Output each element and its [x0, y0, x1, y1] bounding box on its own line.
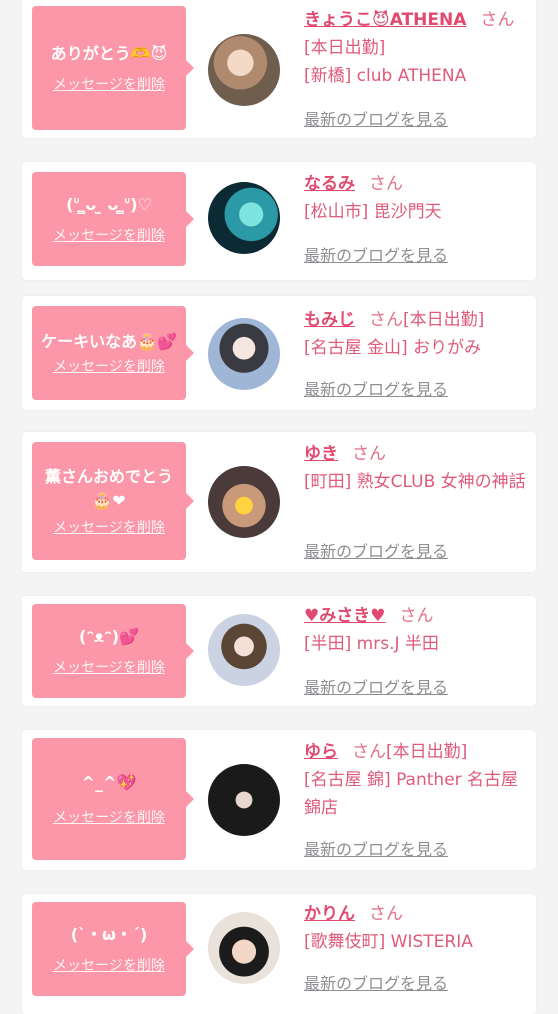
user-info: ♥みさき♥ さん [半田] mrs.J 半田: [304, 602, 530, 658]
shop-name: [名古屋 錦] Panther 名古屋錦店: [304, 770, 519, 818]
message-text: ありがとう🫶😈: [50, 44, 168, 63]
honorific: さん: [369, 904, 403, 924]
avatar[interactable]: [208, 614, 280, 686]
message-text: ケーキいなあ🎂💕: [41, 332, 177, 351]
user-card: 薫さんおめでとう🎂❤ メッセージを削除 ゆき さん [町田] 熟女CLUB 女神の…: [22, 432, 536, 572]
message-text: 薫さんおめでとう🎂❤: [44, 467, 173, 510]
delete-message-link[interactable]: メッセージを削除: [53, 957, 165, 975]
user-card: (ᐡ ̳ᴗ ̫ ᴗ ̳ᐡ)♡ メッセージを削除 なるみ さん [松山市] 毘沙門天…: [22, 162, 536, 280]
latest-blog-link[interactable]: 最新のブログを見る: [304, 242, 448, 266]
avatar[interactable]: [208, 764, 280, 836]
user-name-link[interactable]: なるみ: [304, 174, 355, 194]
status-badge: [本日出勤]: [304, 38, 386, 58]
avatar[interactable]: [208, 182, 280, 254]
user-name-link[interactable]: ゆき: [304, 444, 338, 464]
user-info: なるみ さん [松山市] 毘沙門天: [304, 170, 530, 226]
user-card: (ᵔᴥᵔ)💕 メッセージを削除 ♥みさき♥ さん [半田] mrs.J 半田 最新…: [22, 596, 536, 706]
honorific: さん: [352, 742, 386, 762]
shop-name: [松山市] 毘沙門天: [304, 202, 442, 222]
latest-blog-link[interactable]: 最新のブログを見る: [304, 376, 448, 400]
avatar[interactable]: [208, 466, 280, 538]
delete-message-link[interactable]: メッセージを削除: [53, 76, 165, 94]
latest-blog-link[interactable]: 最新のブログを見る: [304, 836, 448, 860]
user-info: きょうこ😈ATHENA さん [本日出勤] [新橋] club ATHENA: [304, 6, 530, 90]
shop-name: [町田] 熟女CLUB 女神の神話: [304, 472, 526, 492]
message-bubble: ありがとう🫶😈 メッセージを削除: [32, 6, 194, 130]
user-info: ゆら さん[本日出勤] [名古屋 錦] Panther 名古屋錦店: [304, 738, 530, 822]
user-name-link[interactable]: ♥みさき♥: [304, 606, 385, 626]
user-card: ケーキいなあ🎂💕 メッセージを削除 もみじ さん[本日出勤] [名古屋 金山] お…: [22, 296, 536, 410]
message-text: (ᐡ ̳ᴗ ̫ ᴗ ̳ᐡ)♡: [66, 195, 152, 214]
message-bubble: (ᐡ ̳ᴗ ̫ ᴗ ̳ᐡ)♡ メッセージを削除: [32, 172, 194, 266]
message-bubble: ^_^💖 メッセージを削除: [32, 738, 194, 860]
honorific: さん: [352, 444, 386, 464]
honorific: さん: [480, 10, 515, 30]
user-info: ゆき さん [町田] 熟女CLUB 女神の神話: [304, 440, 530, 496]
message-bubble: (ˋ・ω・ˊ) メッセージを削除: [32, 902, 194, 996]
avatar[interactable]: [208, 34, 280, 106]
latest-blog-link[interactable]: 最新のブログを見る: [304, 538, 448, 562]
honorific: さん: [399, 606, 434, 626]
message-text: (ᵔᴥᵔ)💕: [79, 627, 139, 646]
honorific: さん: [369, 174, 403, 194]
status-badge: [本日出勤]: [403, 310, 485, 330]
status-badge: [本日出勤]: [386, 742, 468, 762]
shop-name: [半田] mrs.J 半田: [304, 634, 439, 654]
user-name-link[interactable]: もみじ: [304, 310, 355, 330]
shop-name: [新橋] club ATHENA: [304, 66, 467, 86]
message-bubble: ケーキいなあ🎂💕 メッセージを削除: [32, 306, 194, 400]
user-card: ありがとう🫶😈 メッセージを削除 きょうこ😈ATHENA さん [本日出勤] [新橋…: [22, 0, 536, 138]
shop-name: [名古屋 金山] おりがみ: [304, 338, 482, 358]
user-name-link[interactable]: きょうこ😈ATHENA: [304, 10, 466, 30]
latest-blog-link[interactable]: 最新のブログを見る: [304, 106, 448, 130]
message-bubble: (ᵔᴥᵔ)💕 メッセージを削除: [32, 604, 194, 698]
latest-blog-link[interactable]: 最新のブログを見る: [304, 674, 448, 698]
avatar[interactable]: [208, 912, 280, 984]
delete-message-link[interactable]: メッセージを削除: [53, 809, 165, 827]
user-name-link[interactable]: ゆら: [304, 742, 338, 762]
delete-message-link[interactable]: メッセージを削除: [53, 227, 165, 245]
delete-message-link[interactable]: メッセージを削除: [53, 519, 165, 537]
message-text: ^_^💖: [81, 773, 137, 792]
user-info: かりん さん [歌舞伎町] WISTERIA: [304, 900, 530, 956]
latest-blog-link[interactable]: 最新のブログを見る: [304, 970, 448, 994]
shop-name: [歌舞伎町] WISTERIA: [304, 932, 473, 952]
message-bubble: 薫さんおめでとう🎂❤ メッセージを削除: [32, 442, 194, 560]
user-info: もみじ さん[本日出勤] [名古屋 金山] おりがみ: [304, 306, 530, 362]
honorific: さん: [369, 310, 403, 330]
user-card: ^_^💖 メッセージを削除 ゆら さん[本日出勤] [名古屋 錦] Panther…: [22, 730, 536, 870]
user-name-link[interactable]: かりん: [304, 904, 355, 924]
delete-message-link[interactable]: メッセージを削除: [53, 659, 165, 677]
message-text: (ˋ・ω・ˊ): [70, 925, 148, 944]
avatar[interactable]: [208, 318, 280, 390]
user-card: (ˋ・ω・ˊ) メッセージを削除 かりん さん [歌舞伎町] WISTERIA 最…: [22, 894, 536, 1014]
delete-message-link[interactable]: メッセージを削除: [53, 358, 165, 376]
